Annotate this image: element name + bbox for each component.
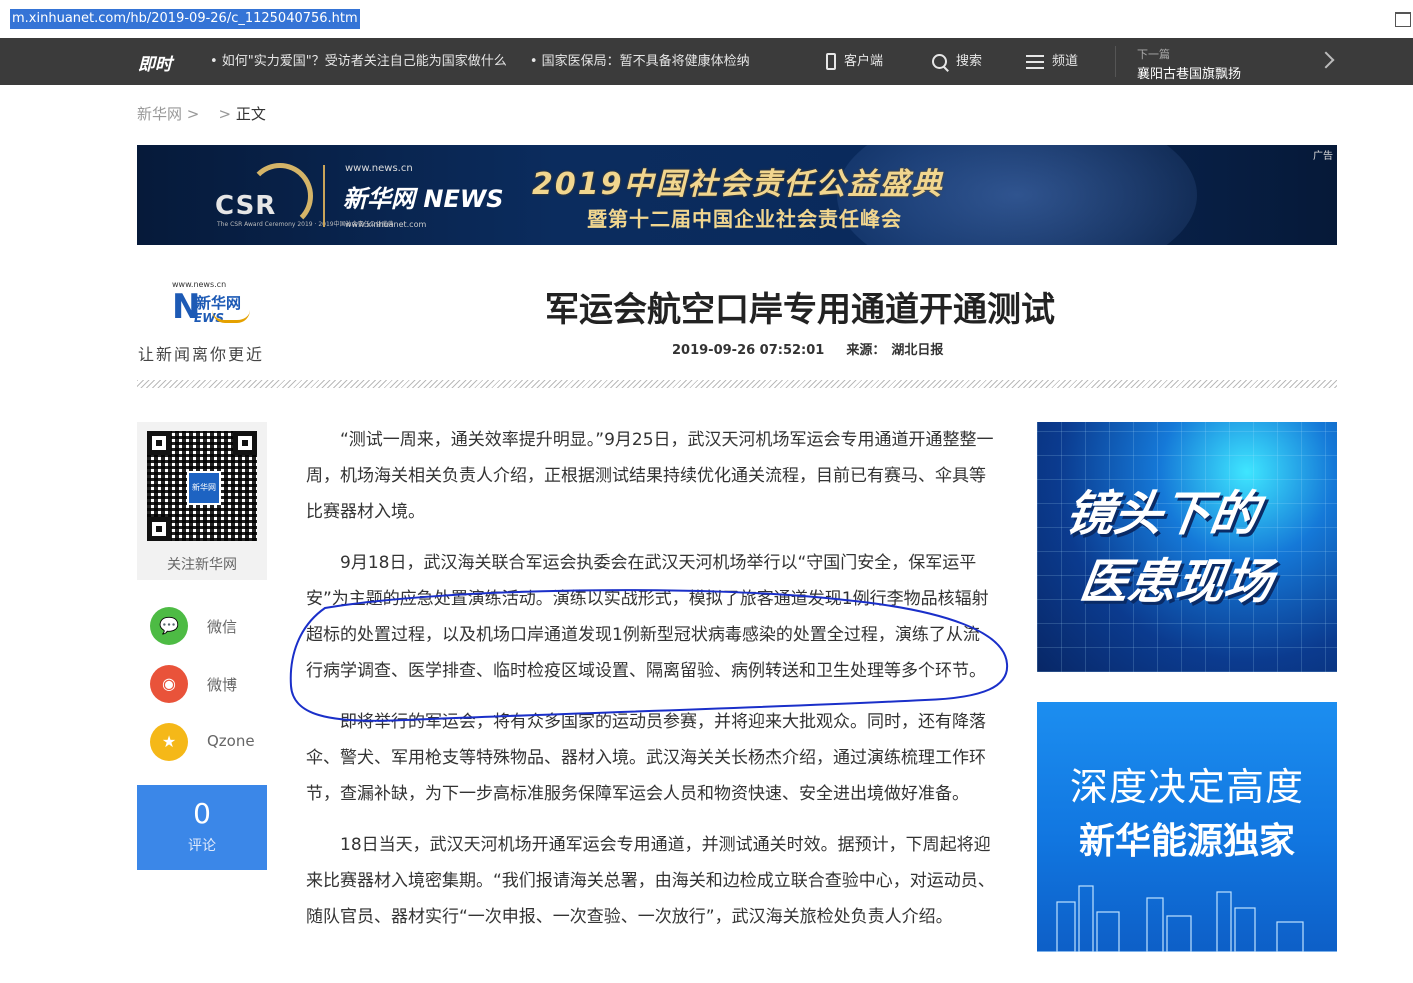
city-skyline-icon	[1037, 885, 1337, 952]
nav-divider	[1115, 46, 1116, 77]
breadcrumb-separator: >	[218, 105, 232, 123]
ad1-line1: 镜头下的	[1062, 486, 1263, 542]
wechat-icon: 💬	[150, 607, 188, 645]
hatch-divider	[137, 380, 1337, 388]
search-button[interactable]: 搜索	[932, 38, 982, 85]
next-article-label: 下一篇	[1137, 48, 1170, 61]
chevron-right-icon[interactable]	[1317, 51, 1335, 69]
breadcrumb-current: 正文	[235, 105, 266, 123]
breadcrumb-separator: >	[186, 105, 200, 123]
article-body: “测试一周来，通关效率提升明显。”9月25日，武汉天河机场军运会专用通道开通整整…	[306, 422, 996, 950]
channel-button[interactable]: 频道	[1026, 38, 1078, 85]
weibo-icon: ◉	[150, 665, 188, 703]
search-label: 搜索	[956, 54, 983, 69]
article-paragraph: 9月18日，武汉海关联合军运会执委会在武汉天河机场举行以“守国门安全，保军运平安…	[306, 553, 989, 681]
qr-follow-box: 新华网 关注新华网	[137, 422, 267, 580]
banner-title: 2019中国社会责任公益盛典	[532, 167, 944, 202]
client-button[interactable]: 客户端	[826, 38, 883, 85]
qzone-label: Qzone	[207, 732, 255, 750]
ticker-item[interactable]: • 国家医保局：暂不具备将健康体检纳	[530, 38, 750, 85]
phone-icon	[826, 53, 836, 70]
qr-code: 新华网	[147, 431, 257, 541]
comment-count: 0	[193, 797, 211, 830]
source-label: 来源：	[846, 343, 886, 358]
xinhua-logo[interactable]: www.news.cn N 新华网 EWS	[172, 280, 252, 336]
channel-label: 频道	[1052, 54, 1079, 69]
follow-label: 关注新华网	[167, 557, 237, 573]
csr-banner-ad[interactable]: CSR The CSR Award Ceremony 2019 · 2019中国…	[137, 145, 1337, 245]
logo-swoosh-icon	[212, 310, 250, 323]
next-article-link[interactable]: 襄阳古巷国旗飘扬	[1137, 63, 1241, 82]
window-restore-icon[interactable]	[1395, 12, 1411, 27]
news-ticker: • 如何"实力爱国"？受访者关注自己能为国家做什么 • 国家医保局：暂不具备将健…	[210, 38, 780, 85]
comment-label: 评论	[188, 838, 216, 854]
energy-ad[interactable]: 深度决定高度 新华能源独家	[1037, 702, 1337, 952]
banner-brand: 新华网 NEWS	[343, 185, 504, 213]
search-icon	[932, 53, 948, 70]
star-icon: ★	[150, 723, 188, 761]
url-text[interactable]: m.xinhuanet.com/hb/2019-09-26/c_11250407…	[10, 9, 360, 29]
top-nav: 即时 • 如何"实力爱国"？受访者关注自己能为国家做什么 • 国家医保局：暂不具…	[0, 38, 1413, 85]
banner-divider	[323, 165, 325, 227]
ad2-line2: 新华能源独家	[1078, 821, 1295, 862]
slogan: 让新闻离你更近	[138, 345, 265, 364]
comment-button[interactable]: 0 评论	[137, 785, 267, 870]
qr-center-logo: 新华网	[187, 471, 221, 505]
client-label: 客户端	[844, 54, 884, 69]
ticker-item[interactable]: • 如何"实力爱国"？受访者关注自己能为国家做什么	[210, 38, 507, 85]
article-source: 湖北日报	[891, 343, 944, 358]
article-title: 军运会航空口岸专用通道开通测试	[545, 290, 1055, 330]
qr-finder	[147, 517, 171, 541]
article-meta: 2019-09-26 07:52:01 来源： 湖北日报	[672, 339, 965, 358]
article-datetime: 2019-09-26 07:52:01	[672, 343, 825, 358]
medical-scene-ad[interactable]: 镜头下的 医患现场	[1037, 422, 1337, 672]
address-bar[interactable]: m.xinhuanet.com/hb/2019-09-26/c_11250407…	[0, 0, 1413, 39]
breadcrumb-home[interactable]: 新华网	[137, 105, 182, 123]
breadcrumb: 新华网 > > 正文	[137, 103, 266, 124]
ad1-line2: 医患现场	[1076, 554, 1277, 610]
ad-label: 广告	[1313, 151, 1333, 162]
wechat-label: 微信	[207, 618, 238, 636]
weibo-label: 微博	[207, 676, 238, 694]
qr-finder	[147, 431, 171, 455]
article-paragraph: 18日当天，武汉天河机场开通军运会专用通道，并测试通关时效。据预计，下周起将迎来…	[306, 835, 995, 927]
banner-site-url2: www.xinhuanet.com	[345, 220, 427, 229]
banner-site-url: www.news.cn	[345, 163, 413, 174]
ad2-line1: 深度决定高度	[1069, 765, 1304, 809]
article-paragraph: 即将举行的军运会，将有众多国家的运动员参赛，并将迎来大批观众。同时，还有降落伞、…	[306, 712, 986, 804]
menu-icon	[1026, 54, 1044, 69]
article-paragraph: “测试一周来，通关效率提升明显。”9月25日，武汉天河机场军运会专用通道开通整整…	[306, 430, 994, 522]
banner-subtitle: 暨第十二届中国企业社会责任峰会	[587, 207, 902, 231]
csr-logo: CSR	[215, 191, 277, 221]
qr-finder	[233, 431, 257, 455]
jishi-logo[interactable]: 即时	[138, 50, 172, 75]
